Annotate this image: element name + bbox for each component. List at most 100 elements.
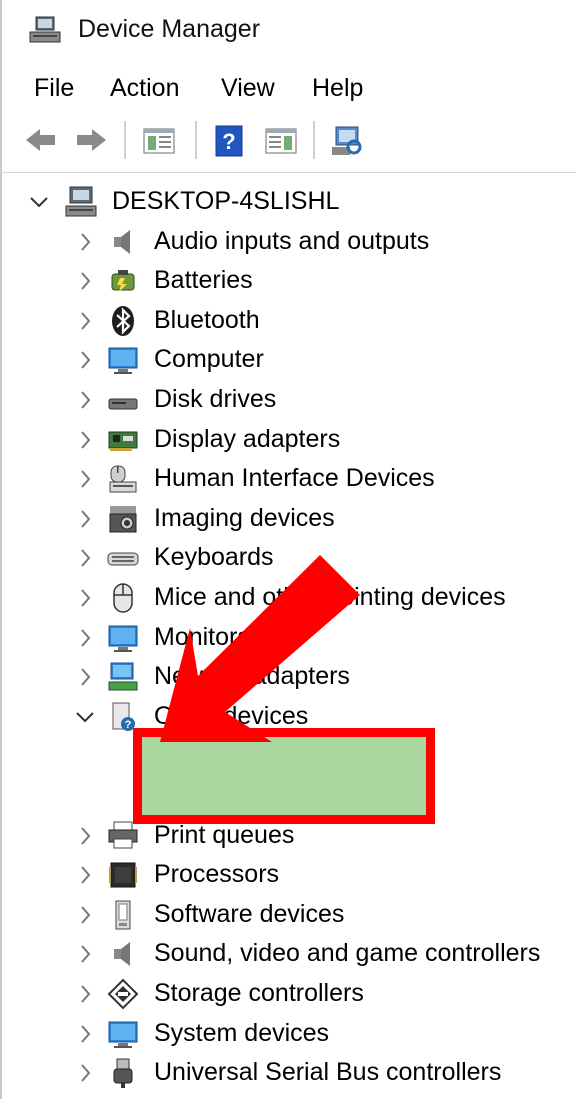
software-device-icon (106, 898, 140, 932)
tree-category[interactable]: Keyboards (0, 539, 576, 577)
speaker-icon (106, 225, 140, 259)
tree-item-label: Computer (154, 345, 264, 373)
tree-category[interactable]: Monitors (0, 619, 576, 657)
tree-category[interactable]: Universal Serial Bus controllers (0, 1054, 576, 1092)
tree-category[interactable]: Processors (0, 856, 576, 894)
show-hide-action-pane-icon[interactable] (262, 121, 300, 159)
chevron-right-icon[interactable] (74, 664, 96, 690)
tree-item-label: Storage controllers (154, 979, 364, 1007)
chevron-right-icon[interactable] (74, 1060, 96, 1086)
chevron-right-icon[interactable] (74, 585, 96, 611)
svg-text:?: ? (222, 129, 235, 154)
monitor-icon (106, 343, 140, 377)
chevron-right-icon[interactable] (74, 545, 96, 571)
disk-drive-icon (106, 383, 140, 417)
battery-icon (106, 264, 140, 298)
network-adapter-icon (106, 660, 140, 694)
menu-view[interactable]: View (221, 74, 275, 103)
chevron-right-icon[interactable] (74, 1021, 96, 1047)
monitor-icon (106, 621, 140, 655)
chevron-right-icon[interactable] (74, 347, 96, 373)
chevron-right-icon[interactable] (74, 862, 96, 888)
storage-controller-icon (106, 977, 140, 1011)
tree-item-label: System devices (154, 1019, 330, 1047)
printer-icon (106, 819, 140, 853)
device-manager-icon (28, 16, 62, 44)
tree-category[interactable]: Computer (0, 341, 576, 379)
menu-help[interactable]: Help (312, 74, 363, 103)
toolbar: ? (0, 118, 576, 166)
tree-category[interactable]: Software devices (0, 896, 576, 934)
hid-icon (106, 462, 140, 496)
tree-category[interactable]: Batteries (0, 262, 576, 300)
tree-item-label: Imaging devices (154, 504, 335, 532)
tree-item-label: Software devices (154, 900, 345, 928)
scan-hardware-icon[interactable] (328, 121, 366, 159)
tree-item-label: Mice and other pointing devices (154, 583, 506, 611)
tree-item-label: Display adapters (154, 425, 341, 453)
tree-category[interactable]: Sound, video and game controllers (0, 935, 576, 973)
tree-item-label: Other devices (154, 702, 309, 730)
tree-item-label: Sound, video and game controllers (154, 939, 541, 967)
tree-item-label: Network adapters (154, 662, 350, 690)
monitor-icon (106, 1017, 140, 1051)
title-bar: Device Manager (0, 0, 576, 62)
tree-category[interactable]: Disk drives (0, 381, 576, 419)
toolbar-divider (0, 172, 576, 173)
processor-icon (106, 858, 140, 892)
tree-category[interactable]: System devices (0, 1015, 576, 1053)
chevron-right-icon[interactable] (74, 229, 96, 255)
window-title: Device Manager (78, 15, 261, 43)
chevron-right-icon[interactable] (74, 506, 96, 532)
usb-icon (106, 1056, 140, 1090)
tree-root-computer[interactable]: DESKTOP-4SLISHL (0, 183, 576, 221)
svg-text:?: ? (125, 719, 132, 731)
tree-category[interactable]: Imaging devices (0, 500, 576, 538)
tree-category[interactable]: Human Interface Devices (0, 460, 576, 498)
tree-item-label: Human Interface Devices (154, 464, 435, 492)
tree-item-label: Print queues (154, 821, 295, 849)
chevron-right-icon[interactable] (74, 427, 96, 453)
annotation-highlight-box (133, 728, 435, 824)
tree-category[interactable]: Display adapters (0, 421, 576, 459)
tree-category[interactable]: Network adapters (0, 658, 576, 696)
tree-item-label: Disk drives (154, 385, 277, 413)
tree-item-label: DESKTOP-4SLISHL (112, 187, 340, 215)
chevron-down-icon[interactable] (28, 189, 50, 215)
chevron-right-icon[interactable] (74, 823, 96, 849)
back-arrow-icon[interactable] (22, 121, 60, 159)
display-adapter-icon (106, 423, 140, 457)
bluetooth-icon (106, 304, 140, 338)
show-hide-console-tree-icon[interactable] (140, 121, 178, 159)
chevron-right-icon[interactable] (74, 941, 96, 967)
tree-item-label: Universal Serial Bus controllers (154, 1058, 502, 1086)
tree-item-label: Processors (154, 860, 280, 888)
chevron-right-icon[interactable] (74, 466, 96, 492)
chevron-right-icon[interactable] (74, 902, 96, 928)
tree-category[interactable]: Storage controllers (0, 975, 576, 1013)
chevron-right-icon[interactable] (74, 981, 96, 1007)
tree-item-label: Audio inputs and outputs (154, 227, 430, 255)
forward-arrow-icon[interactable] (72, 121, 110, 159)
speaker-icon (106, 937, 140, 971)
chevron-down-icon[interactable] (74, 704, 96, 730)
tree-item-label: Bluetooth (154, 306, 260, 334)
tree-item-label: Monitors (154, 623, 250, 651)
chevron-right-icon[interactable] (74, 308, 96, 334)
tree-category[interactable]: Bluetooth (0, 302, 576, 340)
toolbar-separator (124, 121, 126, 159)
toolbar-separator (195, 121, 197, 159)
toolbar-separator (313, 121, 315, 159)
mouse-icon (106, 581, 140, 615)
chevron-right-icon[interactable] (74, 387, 96, 413)
computer-root-icon (64, 185, 98, 219)
tree-category[interactable]: Mice and other pointing devices (0, 579, 576, 617)
help-icon[interactable]: ? (210, 121, 248, 159)
chevron-right-icon[interactable] (74, 625, 96, 651)
menu-action[interactable]: Action (110, 74, 179, 103)
tree-category[interactable]: Audio inputs and outputs (0, 223, 576, 261)
menu-file[interactable]: File (34, 74, 74, 103)
chevron-right-icon[interactable] (74, 268, 96, 294)
keyboard-icon (106, 541, 140, 575)
tree-item-label: Batteries (154, 266, 253, 294)
